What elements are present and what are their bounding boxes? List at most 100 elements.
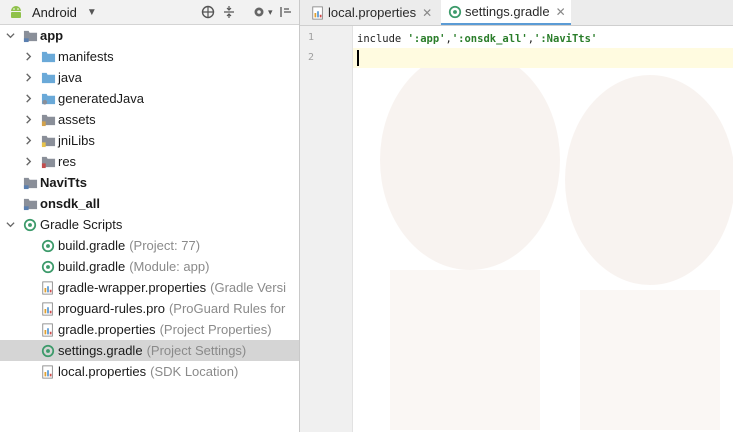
dropdown-icon: ▼ xyxy=(86,6,97,18)
folder-icon xyxy=(40,49,56,65)
tab-settings-gradle[interactable]: settings.gradle ✕ xyxy=(441,0,571,25)
tree-item-label: jniLibs xyxy=(58,133,95,148)
close-icon[interactable]: ✕ xyxy=(556,5,566,19)
tab-local-properties[interactable]: local.properties ✕ xyxy=(304,0,439,25)
chevron-right-icon[interactable] xyxy=(22,114,34,126)
assets-folder-icon xyxy=(40,112,56,128)
tree-item[interactable]: manifests xyxy=(0,46,299,67)
tree-item[interactable]: jniLibs xyxy=(0,130,299,151)
tree-item-label: settings.gradle xyxy=(58,343,143,358)
tab-label: settings.gradle xyxy=(465,4,550,19)
line-number: 1 xyxy=(307,32,314,43)
tree-item-label: gradle.properties xyxy=(58,322,156,337)
text-cursor xyxy=(357,50,359,66)
properties-icon xyxy=(40,364,56,380)
tree-item-label: NaviTts xyxy=(40,175,87,190)
gradle-icon xyxy=(447,4,463,20)
tree-item[interactable]: NaviTts xyxy=(0,172,299,193)
close-icon[interactable]: ✕ xyxy=(422,6,432,20)
module-folder-icon xyxy=(22,28,38,44)
tree-item-label: build.gradle xyxy=(58,259,126,274)
sync-icon xyxy=(199,3,217,21)
gear-icon xyxy=(250,3,268,21)
chevron-right-icon[interactable] xyxy=(22,93,34,105)
chevron-down-icon[interactable] xyxy=(4,30,16,42)
properties-icon xyxy=(40,280,56,296)
tree-item[interactable]: proguard-rules.pro (ProGuard Rules for xyxy=(0,298,299,319)
res-folder-icon xyxy=(40,154,56,170)
tree-item[interactable]: build.gradle (Project: 77) xyxy=(0,235,299,256)
tree-item-label: build.gradle xyxy=(58,238,126,253)
tree-item-hint: (ProGuard Rules for xyxy=(168,301,286,316)
tab-label: local.properties xyxy=(328,5,417,20)
tree-item-label: gradle-wrapper.properties xyxy=(58,280,207,295)
tree-item[interactable]: assets xyxy=(0,109,299,130)
tree-item[interactable]: generatedJava xyxy=(0,88,299,109)
tree-item[interactable]: res xyxy=(0,151,299,172)
project-panel: Android ▼ ▾ app manifests java generatedJav… xyxy=(0,0,300,432)
tree-item-label: java xyxy=(58,70,82,85)
code-area[interactable]: include ':app' , ':onsdk_all' , ':NaviTt… xyxy=(353,26,733,432)
tree-item-hint: (SDK Location) xyxy=(150,364,239,379)
folder-icon xyxy=(40,70,56,86)
hide-panel-button[interactable] xyxy=(277,0,295,24)
properties-icon xyxy=(40,322,56,338)
chevron-right-icon[interactable] xyxy=(22,135,34,147)
tree-item-label: res xyxy=(58,154,77,169)
string-token: ':app' xyxy=(407,33,446,45)
chevron-right-icon[interactable] xyxy=(22,72,34,84)
tree-item[interactable]: java xyxy=(0,67,299,88)
tree-item[interactable]: gradle-wrapper.properties (Gradle Versi xyxy=(0,277,299,298)
tree-item[interactable]: build.gradle (Module: app) xyxy=(0,256,299,277)
hide-panel-icon xyxy=(277,3,295,21)
line-number: 2 xyxy=(307,52,314,63)
tree-item-label: local.properties xyxy=(58,364,147,379)
code-line[interactable]: include ':app' , ':onsdk_all' , ':NaviTt… xyxy=(353,29,733,49)
gradle-icon xyxy=(22,217,38,233)
tree-item-label: assets xyxy=(58,112,96,127)
string-token: ':onsdk_all' xyxy=(451,33,528,45)
view-label: Android xyxy=(32,4,77,20)
jnilibs-folder-icon xyxy=(40,133,56,149)
tree-item-label: manifests xyxy=(58,49,114,64)
collapse-icon xyxy=(220,3,238,21)
collapse-all-button[interactable] xyxy=(220,0,238,24)
module-folder-icon xyxy=(22,196,38,212)
tree-item-label: onsdk_all xyxy=(40,196,100,211)
properties-icon xyxy=(310,5,326,21)
tree-item-label: app xyxy=(40,28,64,43)
include-keyword: include xyxy=(357,33,408,45)
tree-item[interactable]: onsdk_all xyxy=(0,193,299,214)
chevron-right-icon[interactable] xyxy=(22,51,34,63)
current-code-line[interactable] xyxy=(353,48,733,68)
module-folder-icon xyxy=(22,175,38,191)
tree-item-hint: (Project: 77) xyxy=(129,238,201,253)
project-toolbar: Android ▼ ▾ xyxy=(0,0,299,25)
tree-item[interactable]: app xyxy=(0,25,299,46)
tree-item[interactable]: settings.gradle (Project Settings) xyxy=(0,340,299,361)
chevron-down-icon[interactable] xyxy=(4,219,16,231)
gear-dropdown-icon: ▾ xyxy=(268,6,273,17)
tree-item[interactable]: Gradle Scripts xyxy=(0,214,299,235)
tree-item[interactable]: local.properties (SDK Location) xyxy=(0,361,299,382)
android-view-selector[interactable]: Android ▼ xyxy=(8,0,97,24)
tree-item-label: proguard-rules.pro xyxy=(58,301,165,316)
tree-item-label: generatedJava xyxy=(58,91,145,106)
chevron-right-icon[interactable] xyxy=(22,156,34,168)
tree-item-label: Gradle Scripts xyxy=(40,217,123,232)
editor-area: local.properties ✕ settings.gradle ✕ 1 2… xyxy=(300,0,733,432)
line-number-gutter: 1 2 xyxy=(300,26,353,432)
settings-button[interactable]: ▾ xyxy=(250,0,273,24)
tree-item-hint: (Project Properties) xyxy=(159,322,272,337)
generated-folder-icon xyxy=(40,91,56,107)
sync-button[interactable] xyxy=(199,0,217,24)
tree-item[interactable]: gradle.properties (Project Properties) xyxy=(0,319,299,340)
